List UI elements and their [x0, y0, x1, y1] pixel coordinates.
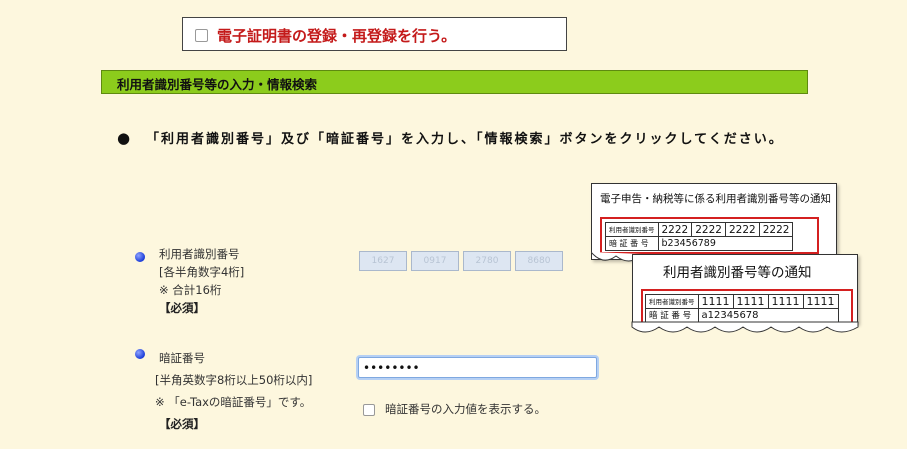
user-id-input-1[interactable]: 1627 — [359, 251, 407, 271]
password-hint-format: [半角英数字8桁以上50桁以内] — [155, 373, 313, 387]
bullet-icon: ● — [117, 129, 131, 147]
section-header: 利用者識別番号等の入力・情報検索 — [101, 70, 808, 94]
user-id-label-group: 利用者識別番号 [各半角数字4桁] ※ 合計16桁 【必須】 — [159, 245, 244, 317]
user-id-hint-format: [各半角数字4桁] — [159, 265, 245, 279]
password-hint-note: ※ 「e-Taxの暗証番号」です。 — [155, 395, 312, 409]
certificate-register-checkbox[interactable] — [195, 29, 208, 42]
password-label-group: 暗証番号 [半角英数字8桁以上50桁以内] ※ 「e-Taxの暗証番号」です。 … — [155, 347, 312, 435]
notice-front-id-3: 1111 — [767, 294, 804, 309]
user-id-required: 【必須】 — [159, 301, 205, 315]
torn-edge — [631, 321, 859, 333]
user-id-label: 利用者識別番号 — [159, 247, 240, 261]
notice-back-table: 利用者識別番号 2222 2222 2222 2222 暗 証 番 号 b234… — [605, 222, 794, 251]
notice-front-title: 利用者識別番号等の通知 — [663, 265, 812, 281]
user-id-input-3[interactable]: 2780 — [463, 251, 511, 271]
notice-front-table: 利用者識別番号 1111 1111 1111 1111 暗 証 番 号 a123… — [645, 294, 839, 323]
password-required: 【必須】 — [159, 417, 205, 431]
password-input[interactable]: •••••••• — [358, 357, 597, 378]
notice-back-id-1: 2222 — [657, 222, 693, 237]
notice-card-back: 電子申告・納税等に係る利用者識別番号等の通知 利用者識別番号 2222 2222… — [591, 183, 837, 262]
certificate-register-label[interactable]: 電子証明書の登録・再登録を行う。 — [217, 25, 456, 46]
blue-dot-icon — [135, 252, 145, 262]
notice-card-front: 利用者識別番号等の通知 利用者識別番号 1111 1111 1111 1111 … — [632, 254, 858, 325]
show-password-label[interactable]: 暗証番号の入力値を表示する。 — [385, 401, 546, 417]
notice-back-id-2: 2222 — [691, 222, 726, 237]
notice-back-pw-label: 暗 証 番 号 — [605, 236, 659, 251]
notice-back-title: 電子申告・納税等に係る利用者識別番号等の通知 — [600, 193, 831, 205]
instruction-text: 「利用者識別番号」及び「暗証番号」を入力し、「情報検索」ボタンをクリックしてくだ… — [146, 132, 784, 147]
notice-back-id-4: 2222 — [758, 222, 794, 237]
blue-dot-icon — [135, 349, 145, 359]
notice-front-id-label: 利用者識別番号 — [645, 294, 699, 309]
notice-back-id-label: 利用者識別番号 — [605, 222, 659, 237]
notice-front-id-4: 1111 — [802, 294, 839, 309]
show-password-checkbox[interactable] — [363, 404, 375, 416]
notice-front-id-2: 1111 — [732, 294, 769, 309]
notice-back-id-3: 2222 — [724, 222, 760, 237]
user-id-input-2[interactable]: 0917 — [411, 251, 459, 271]
user-id-hint-total: ※ 合計16桁 — [159, 283, 222, 297]
notice-front-id-1: 1111 — [697, 294, 734, 309]
notice-back-pw-value: b23456789 — [657, 236, 794, 251]
certificate-register-box: 電子証明書の登録・再登録を行う。 — [182, 17, 567, 51]
user-id-input-4[interactable]: 8680 — [515, 251, 563, 271]
password-label: 暗証番号 — [159, 351, 205, 365]
